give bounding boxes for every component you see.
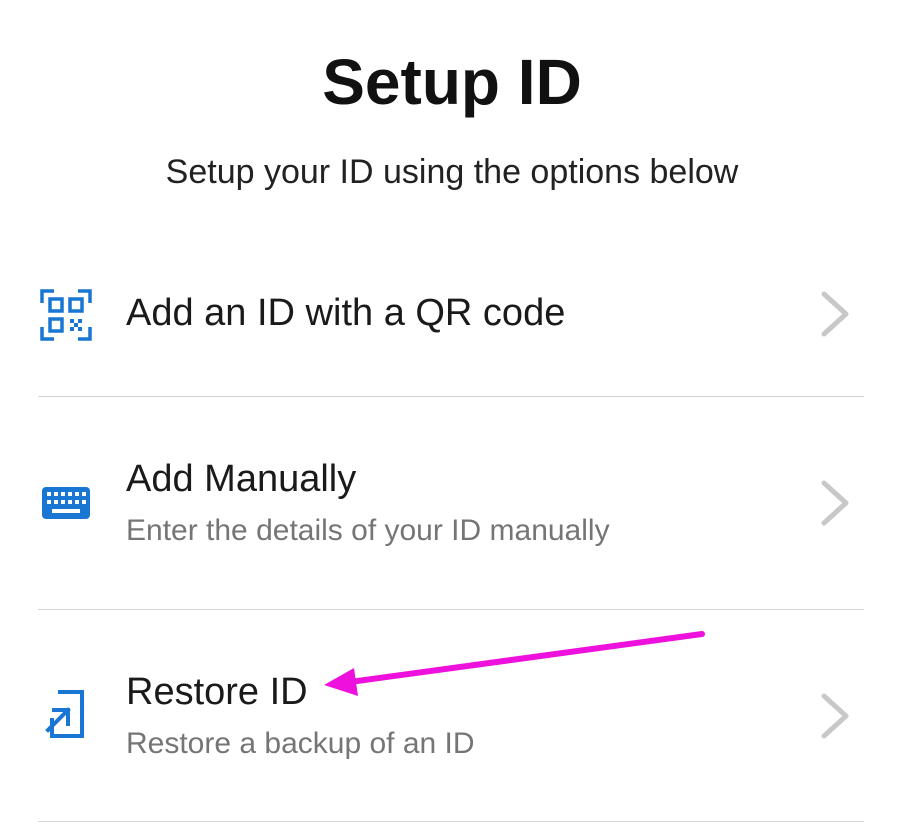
restore-icon: [45, 690, 84, 738]
page-subtitle: Setup your ID using the options below: [165, 153, 739, 191]
option-description: Restore a backup of an ID: [126, 727, 475, 760]
divider: [38, 821, 864, 822]
option-title: Add an ID with a QR code: [126, 292, 566, 334]
qr-code-icon: [40, 289, 92, 341]
option-title: Add Manually: [126, 458, 357, 500]
keyboard-icon: [42, 487, 90, 519]
option-description: Enter the details of your ID manually: [126, 514, 610, 547]
option-add-manually[interactable]: Add Manually Enter the details of your I…: [0, 397, 904, 609]
chevron-right-icon: [821, 480, 849, 526]
page-title: Setup ID: [322, 46, 582, 118]
chevron-right-icon: [821, 693, 849, 739]
chevron-right-icon: [821, 291, 849, 337]
option-add-qr-code[interactable]: Add an ID with a QR code: [0, 232, 904, 396]
option-restore-id[interactable]: Restore ID Restore a backup of an ID: [0, 610, 904, 822]
option-title: Restore ID: [126, 671, 308, 713]
